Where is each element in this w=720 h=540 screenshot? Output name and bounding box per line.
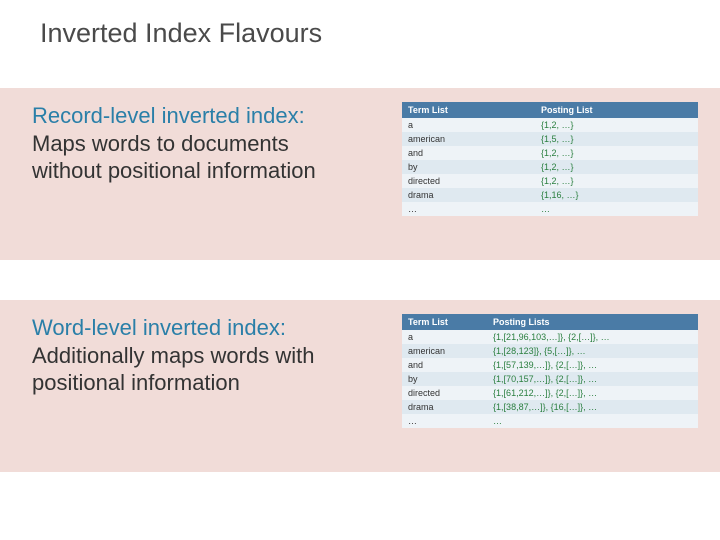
table-row: …… [402,414,698,428]
word-level-body-line2: positional information [32,369,392,397]
col-term-list: Term List [402,102,535,118]
term-cell: american [402,132,535,146]
posting-cell: {1,16, …} [535,188,698,202]
table-row: and{1,2, …} [402,146,698,160]
col-posting-lists: Posting Lists [487,314,698,330]
record-level-heading: Record-level inverted index: [32,102,392,130]
section-word-level: Word-level inverted index: Additionally … [0,300,720,472]
posting-cell: {1,2, …} [535,118,698,132]
term-cell: directed [402,386,487,400]
word-level-desc: Word-level inverted index: Additionally … [32,314,402,397]
term-cell: drama [402,400,487,414]
table-row: a{1,2, …} [402,118,698,132]
record-level-table-wrap: Term List Posting List a{1,2, …} america… [402,102,698,216]
term-cell: … [402,202,535,216]
posting-cell: {1,[28,123]}, {5,[…]}, … [487,344,698,358]
table-row: and{1,[57,139,…]}, {2,[…]}, … [402,358,698,372]
table-row: drama{1,[38,87,…]}, {16,[…]}, … [402,400,698,414]
table-row: …… [402,202,698,216]
word-level-table-wrap: Term List Posting Lists a{1,[21,96,103,…… [402,314,698,428]
term-cell: and [402,146,535,160]
posting-cell: … [535,202,698,216]
posting-cell: {1,2, …} [535,174,698,188]
term-cell: a [402,118,535,132]
posting-cell: {1,2, …} [535,146,698,160]
posting-cell: {1,5, …} [535,132,698,146]
posting-cell: {1,[70,157,…]}, {2,[…]}, … [487,372,698,386]
term-cell: a [402,330,487,344]
word-level-body-line1: Additionally maps words with [32,342,392,370]
posting-cell: {1,[21,96,103,…]}, {2,[…]}, … [487,330,698,344]
table-row: american{1,[28,123]}, {5,[…]}, … [402,344,698,358]
slide-title: Inverted Index Flavours [40,18,322,49]
posting-cell: {1,2, …} [535,160,698,174]
posting-cell: … [487,414,698,428]
table-row: by{1,[70,157,…]}, {2,[…]}, … [402,372,698,386]
table-row: american{1,5, …} [402,132,698,146]
table-row: by{1,2, …} [402,160,698,174]
col-posting-list: Posting List [535,102,698,118]
posting-cell: {1,[61,212,…]}, {2,[…]}, … [487,386,698,400]
word-level-heading: Word-level inverted index: [32,314,392,342]
posting-cell: {1,[57,139,…]}, {2,[…]}, … [487,358,698,372]
record-level-desc: Record-level inverted index: Maps words … [32,102,402,185]
term-cell: by [402,372,487,386]
term-cell: drama [402,188,535,202]
term-cell: … [402,414,487,428]
col-term-list: Term List [402,314,487,330]
term-cell: directed [402,174,535,188]
table-row: a{1,[21,96,103,…]}, {2,[…]}, … [402,330,698,344]
table-row: directed{1,2, …} [402,174,698,188]
word-level-table: Term List Posting Lists a{1,[21,96,103,…… [402,314,698,428]
section-record-level: Record-level inverted index: Maps words … [0,88,720,260]
record-level-table: Term List Posting List a{1,2, …} america… [402,102,698,216]
term-cell: american [402,344,487,358]
posting-cell: {1,[38,87,…]}, {16,[…]}, … [487,400,698,414]
table-row: directed{1,[61,212,…]}, {2,[…]}, … [402,386,698,400]
term-cell: by [402,160,535,174]
table-header-row: Term List Posting List [402,102,698,118]
term-cell: and [402,358,487,372]
record-level-body-line1: Maps words to documents [32,130,392,158]
table-header-row: Term List Posting Lists [402,314,698,330]
record-level-body-line2: without positional information [32,157,392,185]
table-row: drama{1,16, …} [402,188,698,202]
